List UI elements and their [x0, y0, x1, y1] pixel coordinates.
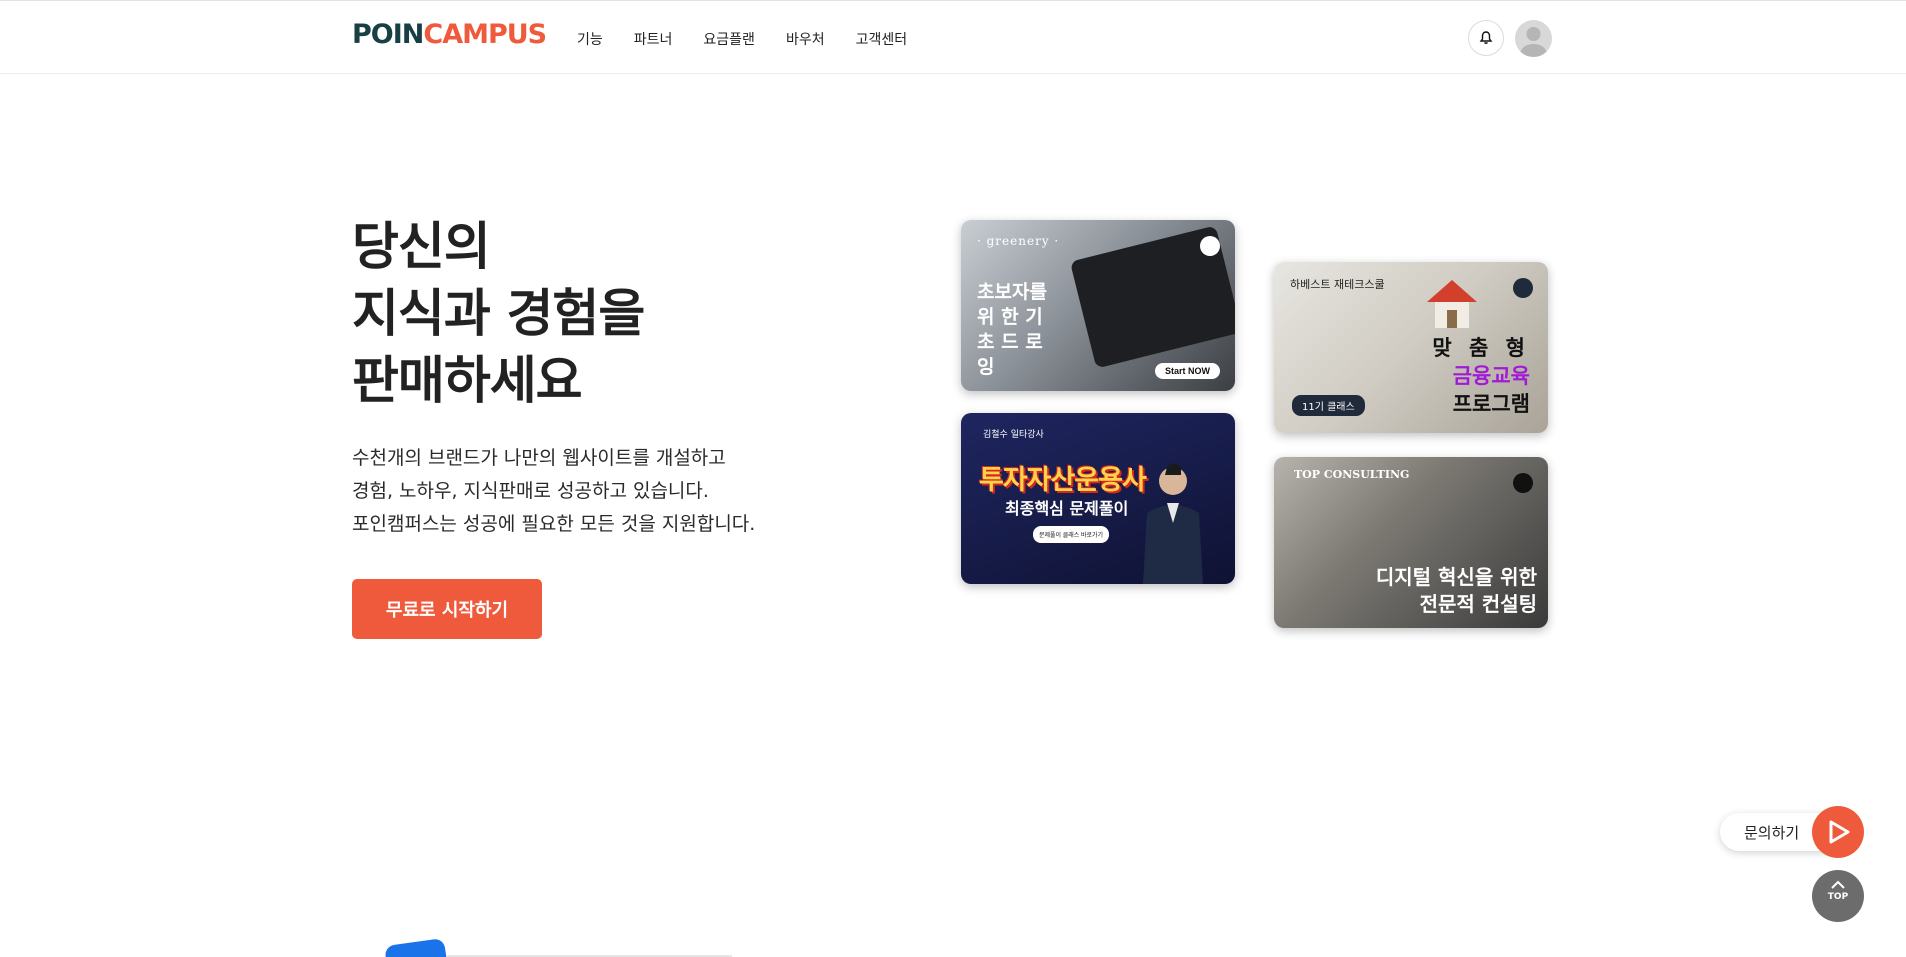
card-link-pill[interactable]: 문제풀이 클래스 바로가기 — [1033, 526, 1110, 543]
class-badge: 11기 클래스 — [1292, 395, 1365, 416]
start-now-button[interactable]: Start NOW — [1155, 363, 1220, 379]
instructor-figure-icon — [1143, 464, 1203, 584]
card-finance-course[interactable]: 하베스트 재테크스쿨 맞 춤 형 금융교육 프로그램 11기 클래스 — [1274, 262, 1548, 433]
card-headline-line: 전문적 컨설팅 — [1419, 592, 1537, 616]
hero-desc-line: 포인캠퍼스는 성공에 필요한 모든 것을 지원합니다. — [352, 513, 756, 535]
card-brand: · greenery · — [977, 234, 1060, 248]
hero-title: 당신의 지식과 경험을 판매하세요 — [352, 214, 645, 415]
notification-button[interactable] — [1468, 20, 1504, 56]
scroll-top-label: TOP — [1827, 892, 1849, 902]
card-investment-course[interactable]: 김철수 일타강사 투자자산운용사 최종핵심 문제풀이 문제풀이 클래스 바로가기 — [961, 413, 1235, 584]
card-headline-line: 디지털 혁신을 위한 — [1375, 565, 1537, 589]
card-headline-line: 맞 춤 형 — [1432, 336, 1530, 360]
nav-item-support[interactable]: 고객센터 — [856, 29, 908, 49]
nav-item-pricing[interactable]: 요금플랜 — [703, 29, 755, 49]
section-decoration — [384, 937, 448, 957]
hero-desc-line: 수천개의 브랜드가 나만의 웹사이트를 개설하고 — [352, 447, 726, 469]
card-headline: 맞 춤 형 금융교육 프로그램 — [1432, 334, 1530, 418]
logo-text-campus: CAMPUS — [423, 19, 547, 50]
nav-item-partners[interactable]: 파트너 — [634, 29, 673, 49]
card-headline: 투자자산운용사 — [979, 465, 1147, 496]
card-headline-line: 프로그램 — [1452, 392, 1530, 416]
user-avatar[interactable] — [1515, 20, 1552, 57]
card-brand: TOP CONSULTING — [1294, 468, 1410, 481]
play-icon — [1829, 820, 1850, 844]
card-headline: 디지털 혁신을 위한 전문적 컨설팅 — [1376, 564, 1537, 618]
card-indicator-dot — [1513, 278, 1533, 298]
user-icon — [1520, 27, 1547, 57]
hero-title-line: 판매하세요 — [352, 352, 583, 411]
card-brand: 김철수 일타강사 — [983, 430, 1044, 440]
main-nav: 기능 파트너 요금플랜 바우처 고객센터 — [577, 29, 938, 49]
house-icon — [1427, 280, 1477, 328]
hero-description: 수천개의 브랜드가 나만의 웹사이트를 개설하고 경험, 노하우, 지식판매로 … — [352, 442, 755, 541]
scroll-top-button[interactable]: TOP — [1812, 870, 1864, 922]
card-headline: 초보자를 위 한 기 초 드 로 잉 — [977, 281, 1047, 378]
nav-item-voucher[interactable]: 바우처 — [786, 29, 825, 49]
logo-text-poin: POIN — [352, 19, 424, 50]
card-consulting[interactable]: TOP CONSULTING 디지털 혁신을 위한 전문적 컨설팅 — [1274, 457, 1548, 628]
hero-desc-line: 경험, 노하우, 지식판매로 성공하고 있습니다. — [352, 480, 709, 502]
card-indicator-dot — [1200, 236, 1220, 256]
card-brand: 하베스트 재테크스쿨 — [1290, 278, 1385, 291]
start-free-button[interactable]: 무료로 시작하기 — [352, 579, 542, 639]
hero-title-line: 당신의 — [352, 218, 491, 277]
nav-item-features[interactable]: 기능 — [577, 29, 603, 49]
inquiry-button[interactable] — [1812, 806, 1864, 858]
poincampus-logo[interactable]: POINCAMPUS — [352, 19, 547, 50]
card-indicator-dot — [1513, 473, 1533, 493]
hero-title-line: 지식과 경험을 — [352, 285, 645, 344]
card-headline-line: 금융교육 — [1452, 364, 1530, 388]
card-drawing-course[interactable]: · greenery · 초보자를 위 한 기 초 드 로 잉 Start NO… — [961, 220, 1235, 391]
bell-icon — [1479, 31, 1493, 44]
card-subtitle: 최종핵심 문제풀이 — [1005, 499, 1129, 518]
chevron-up-icon — [1831, 880, 1845, 889]
site-header: POINCAMPUS 기능 파트너 요금플랜 바우처 고객센터 — [0, 0, 1906, 74]
